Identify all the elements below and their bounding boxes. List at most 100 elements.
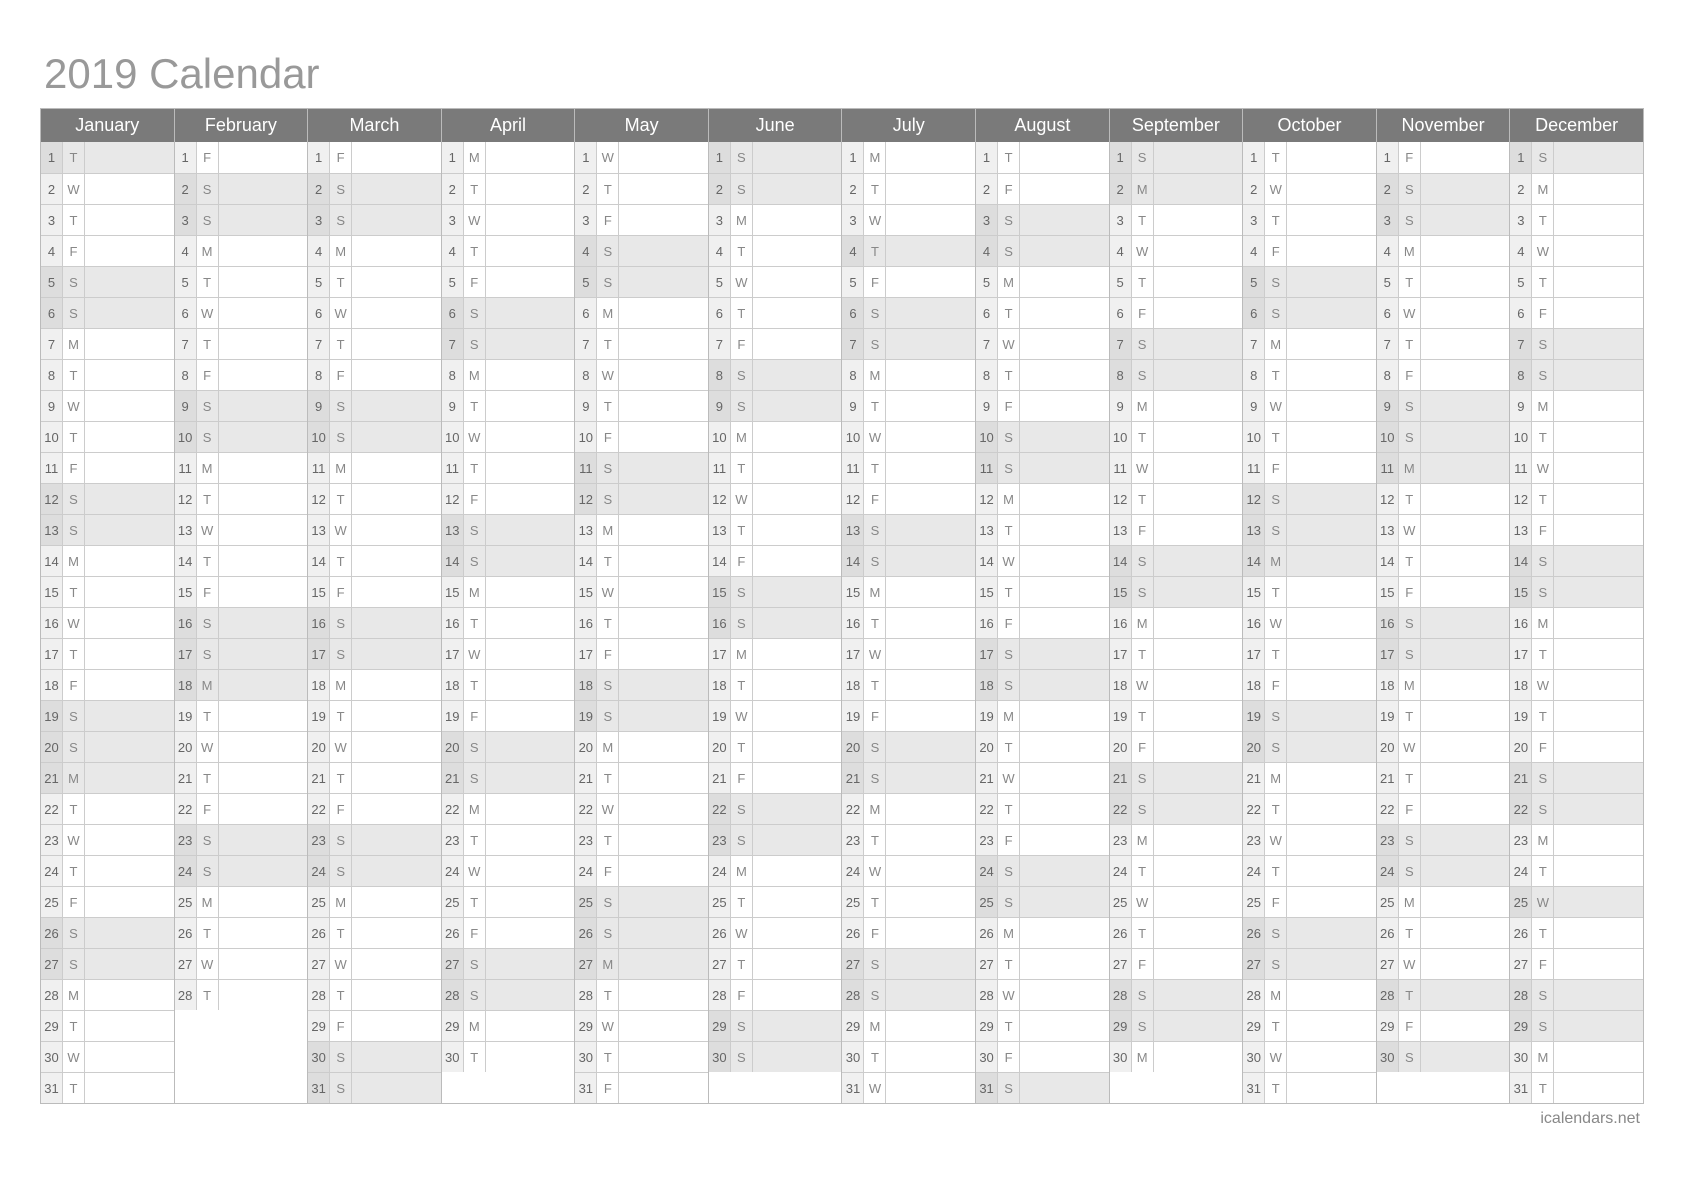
day-note <box>1154 639 1243 669</box>
day-number: 13 <box>709 515 731 545</box>
day-number: 18 <box>1510 670 1532 700</box>
day-row: 30W <box>41 1041 174 1072</box>
day-row: 16S <box>1377 607 1510 638</box>
day-row: 16S <box>709 607 842 638</box>
day-row: 13F <box>1110 514 1243 545</box>
day-note <box>1020 732 1109 762</box>
day-weekday: T <box>197 267 219 297</box>
day-weekday: T <box>197 701 219 731</box>
day-note <box>352 825 441 855</box>
day-note <box>85 763 174 793</box>
day-weekday: T <box>597 174 619 204</box>
day-note <box>753 453 842 483</box>
day-note <box>1421 422 1510 452</box>
day-weekday: S <box>330 391 352 421</box>
day-row: 27S <box>442 948 575 979</box>
day-number: 4 <box>709 236 731 266</box>
day-note <box>886 391 975 421</box>
day-weekday: F <box>1532 949 1554 979</box>
day-number: 17 <box>1510 639 1532 669</box>
day-row: 12S <box>41 483 174 514</box>
day-row: 16T <box>442 607 575 638</box>
day-note <box>85 174 174 204</box>
day-row: 1T <box>976 142 1109 173</box>
day-number: 22 <box>976 794 998 824</box>
day-weekday: W <box>63 825 85 855</box>
day-weekday: T <box>1265 205 1287 235</box>
day-row: 11T <box>709 452 842 483</box>
day-number: 1 <box>976 142 998 173</box>
day-row: 2T <box>842 173 975 204</box>
day-number: 11 <box>976 453 998 483</box>
day-weekday: S <box>197 391 219 421</box>
day-weekday: T <box>464 608 486 638</box>
day-note <box>1554 391 1643 421</box>
day-row: 21M <box>1243 762 1376 793</box>
day-number: 11 <box>308 453 330 483</box>
day-number: 30 <box>1110 1042 1132 1072</box>
day-note <box>486 670 575 700</box>
day-weekday: T <box>864 236 886 266</box>
day-weekday: W <box>597 794 619 824</box>
day-weekday: W <box>197 515 219 545</box>
day-row: 26S <box>41 917 174 948</box>
day-note <box>753 546 842 576</box>
day-number: 26 <box>1510 918 1532 948</box>
day-weekday: S <box>1132 794 1154 824</box>
day-row: 26S <box>1243 917 1376 948</box>
day-weekday: W <box>864 1073 886 1103</box>
day-row: 13M <box>575 514 708 545</box>
day-weekday: S <box>197 608 219 638</box>
day-note <box>1020 670 1109 700</box>
day-note <box>219 484 308 514</box>
day-number: 25 <box>842 887 864 917</box>
day-note <box>352 484 441 514</box>
day-row: 11T <box>842 452 975 483</box>
day-number: 5 <box>175 267 197 297</box>
day-weekday: T <box>1532 856 1554 886</box>
day-note <box>1154 360 1243 390</box>
day-weekday: W <box>330 732 352 762</box>
day-row: 5T <box>1110 266 1243 297</box>
day-number: 30 <box>1377 1042 1399 1072</box>
day-row: 19S <box>41 700 174 731</box>
day-row: 14M <box>41 545 174 576</box>
day-number: 19 <box>976 701 998 731</box>
day-weekday: T <box>330 980 352 1010</box>
day-weekday: M <box>1265 763 1287 793</box>
day-number: 31 <box>1510 1073 1532 1103</box>
day-note <box>1554 949 1643 979</box>
day-weekday: F <box>864 918 886 948</box>
day-weekday: S <box>1532 360 1554 390</box>
day-row: 15S <box>1510 576 1643 607</box>
day-row: 16W <box>41 607 174 638</box>
day-number: 3 <box>709 205 731 235</box>
day-number: 15 <box>842 577 864 607</box>
day-row: 21S <box>1110 762 1243 793</box>
day-number: 19 <box>175 701 197 731</box>
day-number: 28 <box>976 980 998 1010</box>
day-note <box>219 453 308 483</box>
day-note <box>619 360 708 390</box>
day-row: 6T <box>976 297 1109 328</box>
day-weekday: S <box>731 391 753 421</box>
day-weekday: S <box>1532 577 1554 607</box>
day-number: 27 <box>41 949 63 979</box>
day-row: 16F <box>976 607 1109 638</box>
day-number: 4 <box>308 236 330 266</box>
day-row: 27S <box>1243 948 1376 979</box>
day-weekday: S <box>1399 856 1421 886</box>
day-number: 4 <box>842 236 864 266</box>
day-weekday: T <box>864 391 886 421</box>
day-note <box>1154 174 1243 204</box>
day-weekday: S <box>197 856 219 886</box>
day-row: 5F <box>442 266 575 297</box>
day-row: 31S <box>308 1072 441 1103</box>
day-weekday: M <box>1532 391 1554 421</box>
day-number: 9 <box>842 391 864 421</box>
day-weekday: W <box>1265 608 1287 638</box>
day-number: 11 <box>1110 453 1132 483</box>
day-row: 9M <box>1110 390 1243 421</box>
day-weekday: S <box>864 329 886 359</box>
day-weekday: T <box>197 763 219 793</box>
